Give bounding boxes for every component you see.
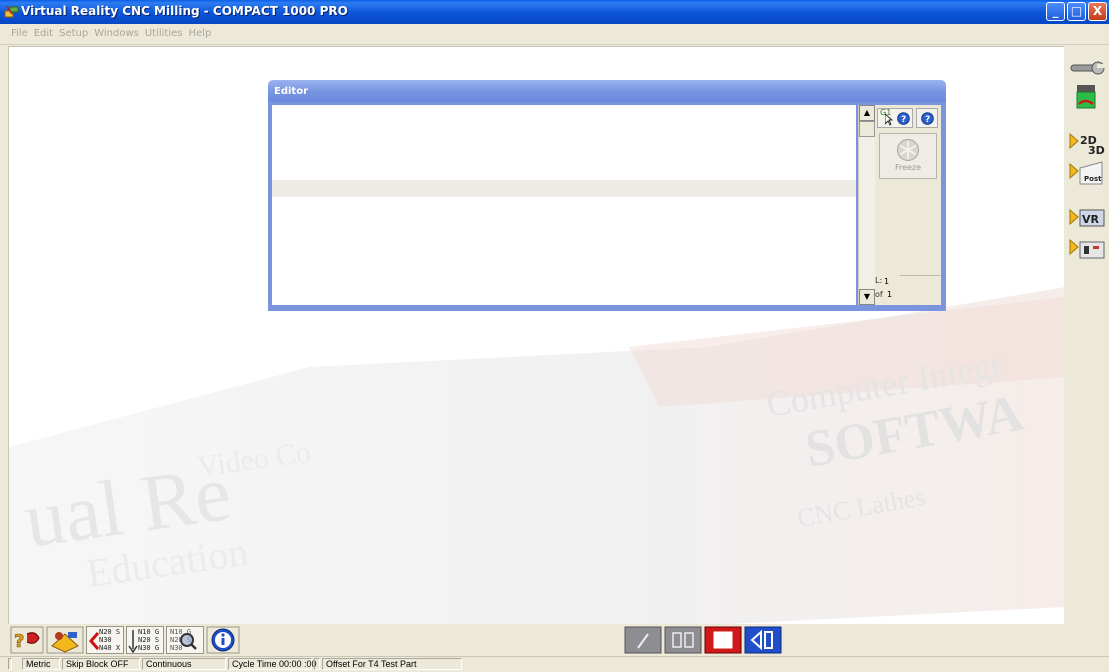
program-text-area[interactable] <box>272 105 856 305</box>
editor-side-panel: G1 ? ? Freeze L: 1 of 1 <box>875 105 941 305</box>
svg-text:Post: Post <box>1084 175 1102 183</box>
right-toolbar: 2D 3D Post VR <box>1064 46 1109 624</box>
program-view-button-c[interactable]: N10 G N20 S N30 <box>166 626 204 654</box>
vr-icon[interactable]: VR <box>1068 206 1106 232</box>
svg-text:VR: VR <box>1082 213 1100 226</box>
step-button[interactable] <box>624 626 662 654</box>
prog-line: N40 X <box>99 644 121 652</box>
status-units[interactable]: Metric <box>22 658 60 670</box>
status-bar: Metric Skip Block OFF Continuous Cycle T… <box>0 656 1109 672</box>
menu-help[interactable]: Help <box>186 24 215 44</box>
pause-button[interactable] <box>664 626 702 654</box>
tools-icon[interactable] <box>46 626 84 654</box>
program-view-button-a[interactable]: N20 S N30 N40 X <box>86 626 124 654</box>
2d-3d-icon[interactable]: 2D 3D <box>1068 130 1106 156</box>
status-skip-block[interactable]: Skip Block OFF <box>62 658 140 670</box>
menu-windows[interactable]: Windows <box>91 24 142 44</box>
editor-frame: ▲ ▼ G1 ? ? Freeze L: 1 of 1 <box>268 102 946 311</box>
bottom-toolbar: ? N20 S N30 N40 X N10 G N20 S N30 G N10 … <box>8 624 1108 656</box>
total-lines-value: 1 <box>887 290 893 299</box>
context-help-button[interactable]: G1 ? <box>877 108 913 128</box>
prog-line: N20 S <box>99 628 121 636</box>
help-tools-icon[interactable]: ? <box>10 626 44 654</box>
menu-setup[interactable]: Setup <box>56 24 91 44</box>
menu-file[interactable]: File <box>0 24 31 44</box>
help-button[interactable]: ? <box>916 108 938 128</box>
status-mode[interactable]: Continuous <box>142 658 226 670</box>
help-icon: ? <box>897 112 910 125</box>
freeze-button[interactable]: Freeze <box>879 133 937 179</box>
menu-utilities[interactable]: Utilities <box>142 24 186 44</box>
editor-title: Editor <box>268 80 946 102</box>
editor-scrollbar[interactable]: ▲ ▼ <box>858 105 875 305</box>
wrench-icon[interactable] <box>1068 56 1106 82</box>
post-icon[interactable]: Post <box>1068 160 1106 186</box>
program-view-button-b[interactable]: N10 G N20 S N30 G <box>126 626 164 654</box>
editor-window[interactable]: Editor ▲ ▼ G1 ? ? Freeze L: 1 of 1 <box>268 80 946 311</box>
reset-button[interactable] <box>744 626 782 654</box>
status-empty-cell <box>314 658 320 670</box>
current-line-highlight <box>272 180 856 197</box>
viewer-icon[interactable] <box>1068 236 1106 262</box>
tool-holder-icon[interactable] <box>1068 84 1106 110</box>
svg-text:?: ? <box>925 115 930 125</box>
svg-text:?: ? <box>901 115 906 125</box>
app-icon <box>4 5 19 18</box>
stop-button[interactable] <box>704 626 742 654</box>
prog-line: N30 G <box>138 644 160 652</box>
status-cycle-time: Cycle Time 00:00 :00 <box>228 658 317 670</box>
search-icon <box>180 633 197 650</box>
svg-text:?: ? <box>14 631 24 652</box>
arrow-down-icon <box>128 630 138 653</box>
scroll-down-icon[interactable]: ▼ <box>859 289 875 305</box>
of-label: of <box>875 290 883 299</box>
menu-bar: File Edit Setup Windows Utilities Help <box>0 24 1109 45</box>
freeze-label: Freeze <box>894 163 922 172</box>
line-number-value: 1 <box>884 277 890 286</box>
menu-edit[interactable]: Edit <box>31 24 56 44</box>
prog-line: N10 G <box>138 628 160 636</box>
minimize-button[interactable]: _ <box>1046 2 1065 21</box>
help-icon: ? <box>921 112 934 125</box>
status-divider <box>8 658 12 670</box>
prog-line: N20 S <box>138 636 160 644</box>
cursor-icon <box>885 114 893 126</box>
maximize-button[interactable]: □ <box>1067 2 1086 21</box>
info-icon[interactable] <box>206 626 240 654</box>
svg-text:3D: 3D <box>1088 144 1105 156</box>
window-title: Virtual Reality CNC Milling - COMPACT 10… <box>21 4 348 18</box>
scroll-thumb[interactable] <box>859 121 875 137</box>
close-button[interactable]: X <box>1088 2 1107 21</box>
scroll-up-icon[interactable]: ▲ <box>859 105 875 121</box>
prog-line: N30 <box>99 636 112 644</box>
line-number-divider <box>900 275 940 276</box>
status-offset: Offset For T4 Test Part <box>322 658 462 670</box>
snowflake-icon <box>897 139 919 161</box>
title-bar[interactable]: Virtual Reality CNC Milling - COMPACT 10… <box>0 0 1109 24</box>
